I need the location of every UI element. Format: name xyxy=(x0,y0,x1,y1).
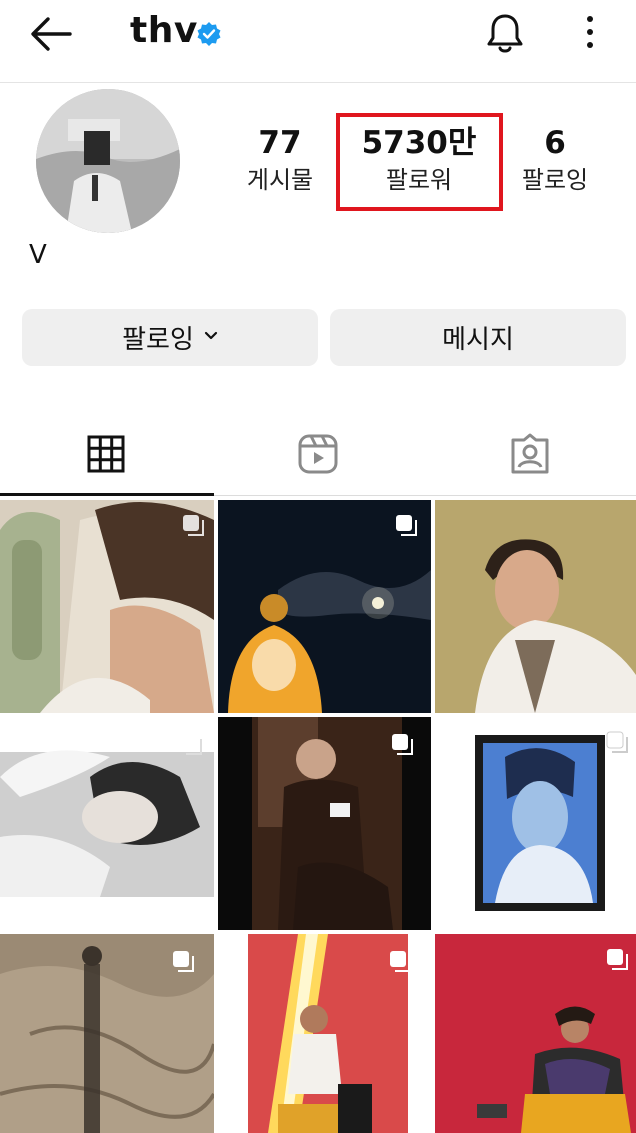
back-arrow-icon[interactable] xyxy=(28,14,74,54)
followers-highlight-box xyxy=(336,113,503,211)
post-thumbnail[interactable] xyxy=(0,934,214,1133)
post-thumbnail[interactable] xyxy=(435,934,636,1133)
post-thumbnail[interactable] xyxy=(0,717,214,930)
post-thumbnail[interactable] xyxy=(0,500,214,713)
post-thumbnail[interactable] xyxy=(218,500,431,713)
post-thumbnail[interactable] xyxy=(218,717,431,930)
multiple-photos-icon xyxy=(183,515,204,536)
multiple-photos-icon xyxy=(390,951,411,972)
following-label: 팔로잉 xyxy=(521,166,589,194)
chevron-down-icon xyxy=(204,331,217,339)
stat-posts[interactable]: 77 게시물 xyxy=(230,124,330,196)
post-thumbnail[interactable] xyxy=(218,934,431,1133)
multiple-photos-icon xyxy=(606,731,628,753)
tagged-icon xyxy=(511,433,549,474)
tab-tagged[interactable] xyxy=(424,428,636,494)
bell-icon[interactable] xyxy=(484,12,526,56)
posts-label: 게시물 xyxy=(246,166,314,194)
posts-count: 77 xyxy=(258,125,302,161)
profile-username: thv xyxy=(130,10,198,51)
post-thumbnail[interactable] xyxy=(435,500,636,713)
message-button[interactable]: 메시지 xyxy=(330,309,626,366)
grid-icon xyxy=(87,435,125,473)
multiple-photos-icon xyxy=(396,515,417,536)
stat-following[interactable]: 6 팔로잉 xyxy=(506,124,604,196)
message-button-label: 메시지 xyxy=(442,325,514,355)
post-thumbnail[interactable] xyxy=(435,717,636,930)
tab-reels[interactable] xyxy=(212,428,424,494)
tab-posts-grid[interactable] xyxy=(0,428,212,494)
profile-display-name: V xyxy=(29,240,47,270)
multiple-photos-icon xyxy=(181,734,202,755)
reels-icon xyxy=(298,434,338,474)
more-vertical-icon[interactable] xyxy=(580,14,600,50)
multiple-photos-icon xyxy=(392,734,413,755)
following-count: 6 xyxy=(544,125,566,161)
multiple-photos-icon xyxy=(173,951,194,972)
verified-badge-icon xyxy=(197,22,221,46)
profile-header: thv xyxy=(0,0,636,83)
profile-avatar[interactable] xyxy=(36,89,180,233)
active-tab-indicator xyxy=(0,493,214,496)
following-button-label: 팔로잉 xyxy=(122,325,194,355)
multiple-photos-icon xyxy=(607,949,628,970)
following-button[interactable]: 팔로잉 xyxy=(22,309,318,366)
